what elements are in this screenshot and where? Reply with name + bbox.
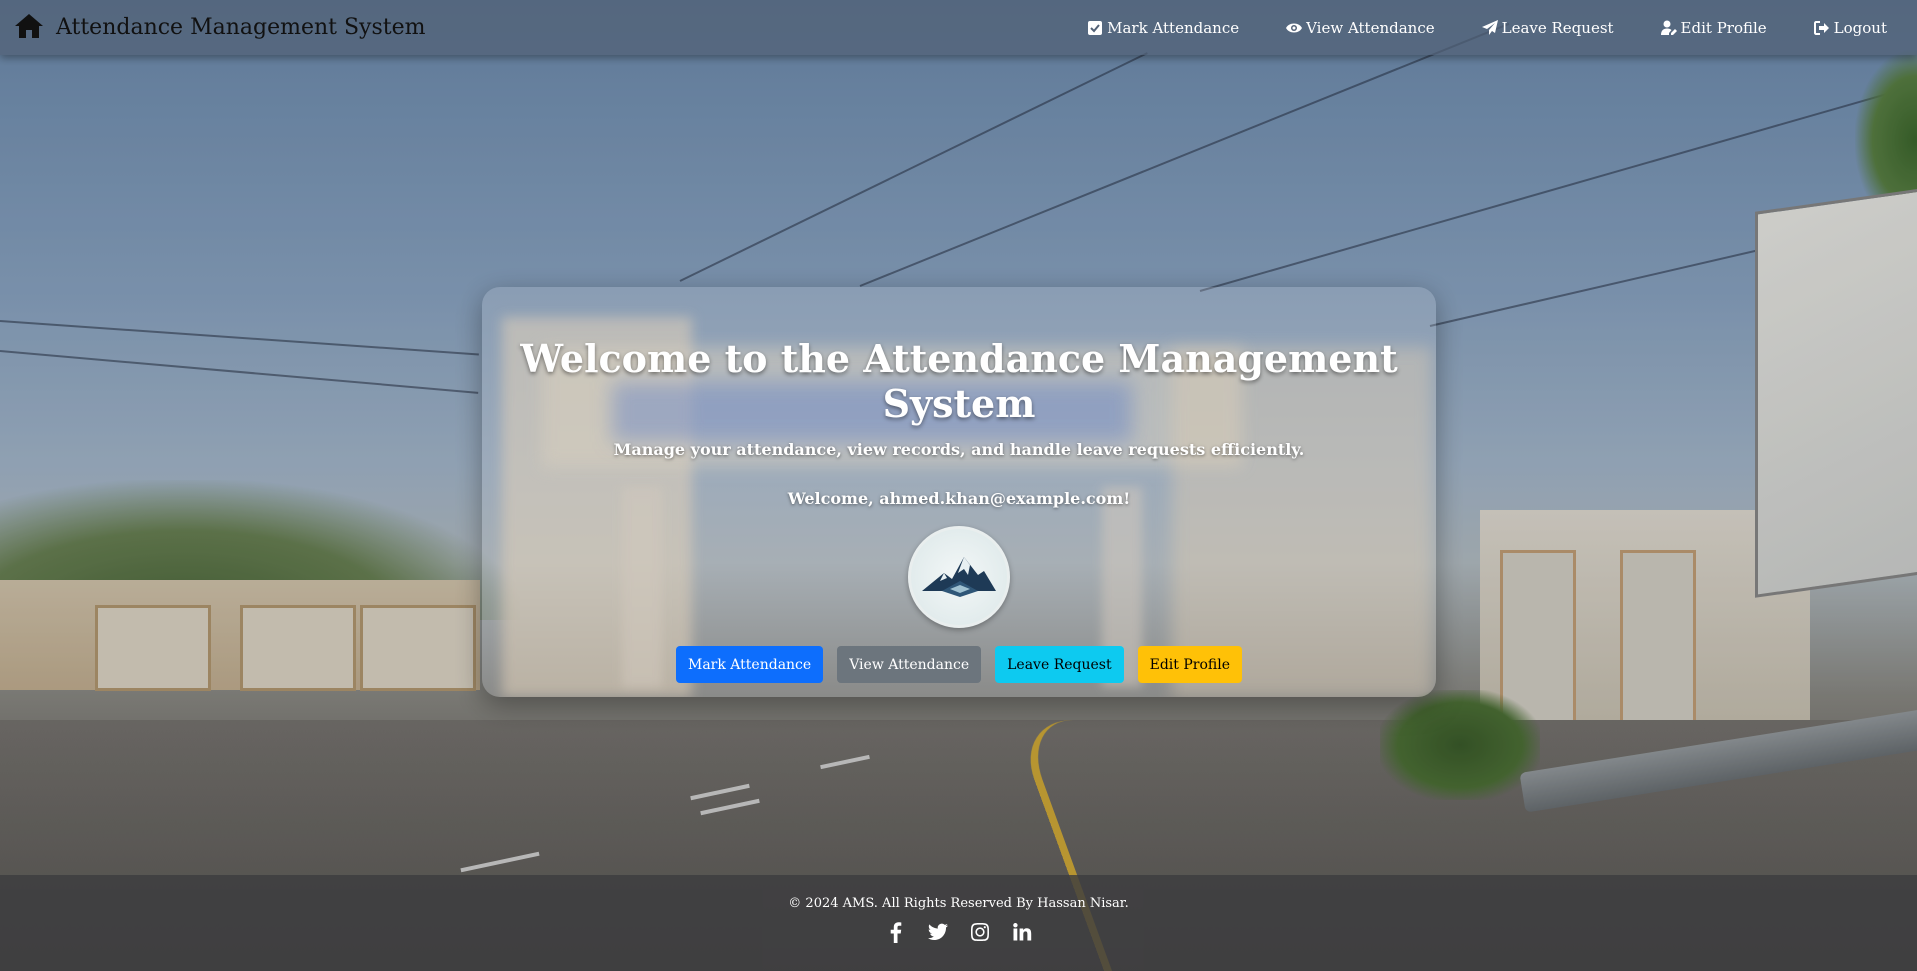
nav-leave-request-label: Leave Request (1501, 18, 1614, 37)
facebook-icon[interactable] (885, 921, 907, 943)
instagram-icon[interactable] (969, 921, 991, 943)
welcome-heading: Welcome to the Attendance Management Sys… (520, 336, 1398, 426)
linkedin-icon[interactable] (1011, 921, 1033, 943)
social-links (0, 921, 1917, 943)
welcome-subtitle: Manage your attendance, view records, an… (613, 440, 1305, 459)
nav-mark-attendance-label: Mark Attendance (1107, 18, 1240, 37)
nav-edit-profile[interactable]: Edit Profile (1660, 18, 1767, 37)
nav-leave-request[interactable]: Leave Request (1481, 18, 1614, 37)
paper-plane-icon (1481, 19, 1498, 35)
eye-icon (1286, 23, 1303, 32)
edit-profile-button[interactable]: Edit Profile (1137, 646, 1242, 683)
view-attendance-button[interactable]: View Attendance (837, 646, 982, 683)
home-icon (14, 13, 44, 43)
navbar-brand[interactable]: Attendance Management System (14, 13, 426, 43)
footer: © 2024 AMS. All Rights Reserved By Hassa… (0, 875, 1917, 971)
nav-view-attendance[interactable]: View Attendance (1286, 19, 1435, 37)
check-square-icon (1088, 20, 1103, 35)
mark-attendance-button[interactable]: Mark Attendance (676, 646, 824, 683)
welcome-card: Welcome to the Attendance Management Sys… (482, 287, 1436, 697)
nav-edit-profile-label: Edit Profile (1680, 18, 1767, 37)
copyright-text: © 2024 AMS. All Rights Reserved By Hassa… (788, 896, 1129, 911)
mountain-logo-icon (908, 526, 1010, 628)
nav-mark-attendance[interactable]: Mark Attendance (1087, 19, 1239, 37)
user-welcome-text: Welcome, ahmed.khan@example.com! (787, 489, 1131, 508)
top-navbar: Attendance Management System Mark Attend… (0, 0, 1917, 55)
leave-request-button[interactable]: Leave Request (995, 646, 1124, 683)
nav-logout[interactable]: Logout (1813, 18, 1887, 37)
twitter-icon[interactable] (927, 921, 949, 943)
app-title: Attendance Management System (56, 15, 426, 40)
sign-out-icon (1813, 20, 1829, 35)
nav-links: Mark Attendance View Attendance Leave Re… (1040, 19, 1887, 37)
quick-actions: Mark Attendance View Attendance Leave Re… (482, 646, 1436, 683)
nav-view-attendance-label: View Attendance (1306, 18, 1435, 37)
nav-logout-label: Logout (1833, 18, 1887, 37)
user-edit-icon (1660, 20, 1677, 35)
